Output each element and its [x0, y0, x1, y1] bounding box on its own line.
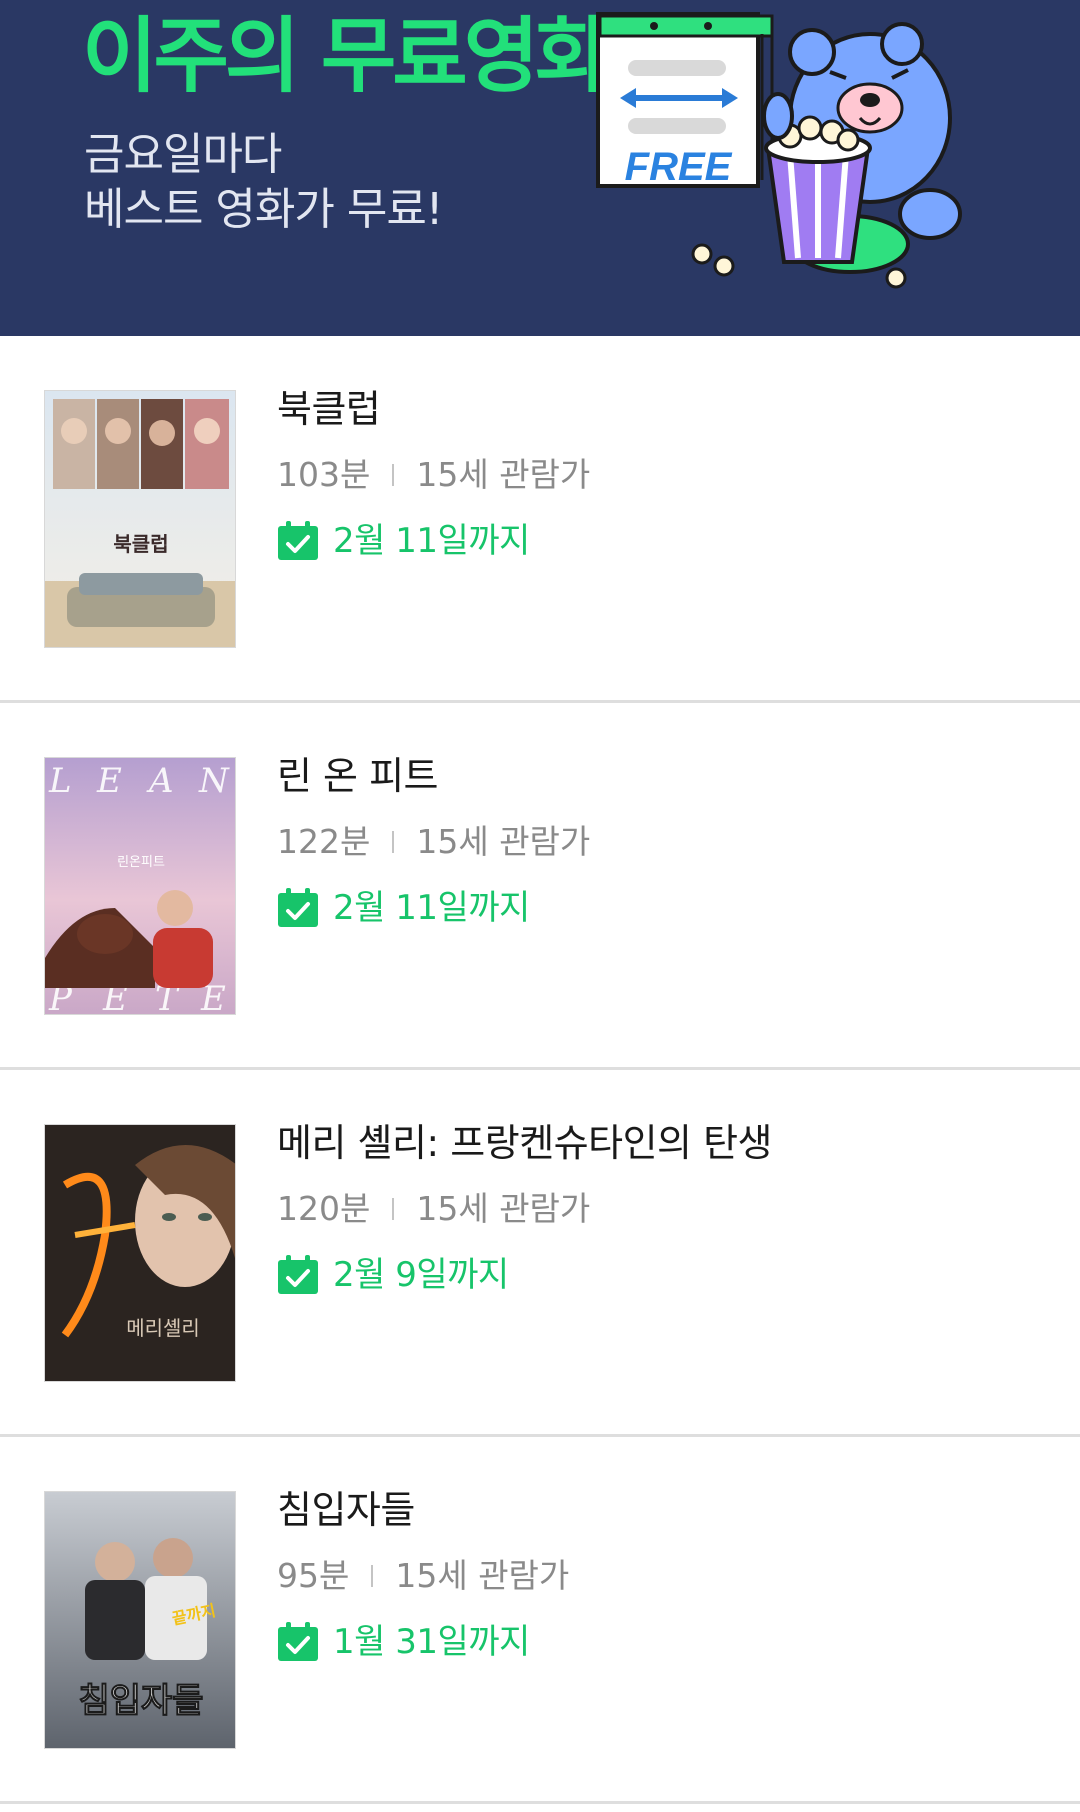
banner-title: 이주의 무료영화 — [82, 9, 611, 104]
movie-meta: 103분 15세 관람가 — [277, 458, 590, 491]
movie-item[interactable]: 북클럽 북클럽 103분 15세 관람가 2월 11일까지 — [0, 336, 1080, 703]
movie-deadline: 2월 11일까지 — [277, 888, 530, 928]
calendar-check-icon — [278, 1622, 318, 1661]
movie-poster[interactable]: 끝까지 침입자들 — [44, 1491, 236, 1749]
movie-rating: 15세 관람가 — [416, 1189, 591, 1228]
movie-poster[interactable]: 북클럽 — [44, 390, 236, 648]
movie-item[interactable]: 끝까지 침입자들 침입자들 95분 15세 관람가 1월 31일까지 — [0, 1437, 1080, 1804]
banner-subtitle-line2: 베스트 영화가 무료! — [84, 184, 443, 235]
movie-item[interactable]: 메리셸리 메리 셸리: 프랑켄슈타인의 탄생 120분 15세 관람가 2월 9… — [0, 1070, 1080, 1437]
meta-divider — [392, 1197, 395, 1220]
meta-divider — [392, 830, 395, 853]
movie-runtime: 122분 — [277, 822, 371, 861]
movie-meta: 120분 15세 관람가 — [277, 1192, 590, 1225]
movie-poster[interactable]: 메리셸리 — [44, 1124, 236, 1382]
movie-runtime: 120분 — [277, 1189, 371, 1228]
lean-on-pete-poster: LEAN PETE 린온피트 — [45, 758, 235, 1014]
movie-poster[interactable]: LEAN PETE 린온피트 — [44, 757, 236, 1015]
svg-text:E: E — [96, 761, 122, 801]
deadline-text: 2월 11일까지 — [333, 521, 530, 561]
svg-text:N: N — [198, 761, 230, 801]
movie-title[interactable]: 메리 셸리: 프랑켄슈타인의 탄생 — [277, 1124, 773, 1162]
movie-title[interactable]: 침입자들 — [277, 1491, 415, 1529]
free-badge-text: FREE — [625, 145, 733, 189]
poster-title: 메리셸리 — [126, 1316, 200, 1340]
free-movie-banner[interactable]: 이주의 무료영화 금요일마다 베스트 영화가 무료! FREE — [0, 0, 1080, 336]
movie-deadline: 2월 9일까지 — [277, 1255, 509, 1295]
deadline-text: 2월 9일까지 — [333, 1255, 509, 1295]
bookclub-poster: 북클럽 — [45, 391, 235, 647]
banner-subtitle-line1: 금요일마다 — [84, 129, 282, 180]
poster-title: 북클럽 — [113, 532, 168, 556]
svg-text:A: A — [146, 761, 174, 801]
meta-divider — [371, 1564, 374, 1587]
poster-title: 침입자들 — [78, 1681, 203, 1721]
mary-shelley-poster: 메리셸리 — [45, 1125, 235, 1381]
movie-title[interactable]: 북클럽 — [277, 390, 381, 428]
movie-item[interactable]: LEAN PETE 린온피트 린 온 피트 122분 15세 관람가 2월 11… — [0, 703, 1080, 1070]
intruders-poster: 끝까지 침입자들 — [45, 1492, 235, 1748]
popcorn-bear-illustration: FREE — [596, 12, 962, 289]
movie-deadline: 1월 31일까지 — [277, 1622, 530, 1662]
deadline-text: 2월 11일까지 — [333, 888, 530, 928]
movie-runtime: 103분 — [277, 455, 371, 494]
movie-runtime: 95분 — [277, 1556, 350, 1595]
meta-divider — [392, 463, 395, 486]
movie-rating: 15세 관람가 — [395, 1556, 570, 1595]
poster-title: 린온피트 — [117, 855, 165, 870]
movie-list: 북클럽 북클럽 103분 15세 관람가 2월 11일까지 L E A N P … — [0, 336, 1080, 1804]
movie-title[interactable]: 린 온 피트 — [277, 757, 439, 795]
movie-meta: 122분 15세 관람가 — [277, 825, 590, 858]
calendar-check-icon — [278, 521, 318, 560]
movie-meta: 95분 15세 관람가 — [277, 1559, 569, 1592]
svg-text:L: L — [48, 761, 72, 801]
movie-rating: 15세 관람가 — [416, 455, 591, 494]
movie-rating: 15세 관람가 — [416, 822, 591, 861]
deadline-text: 1월 31일까지 — [333, 1622, 530, 1662]
calendar-check-icon — [278, 888, 318, 927]
movie-deadline: 2월 11일까지 — [277, 521, 530, 561]
calendar-check-icon — [278, 1255, 318, 1294]
